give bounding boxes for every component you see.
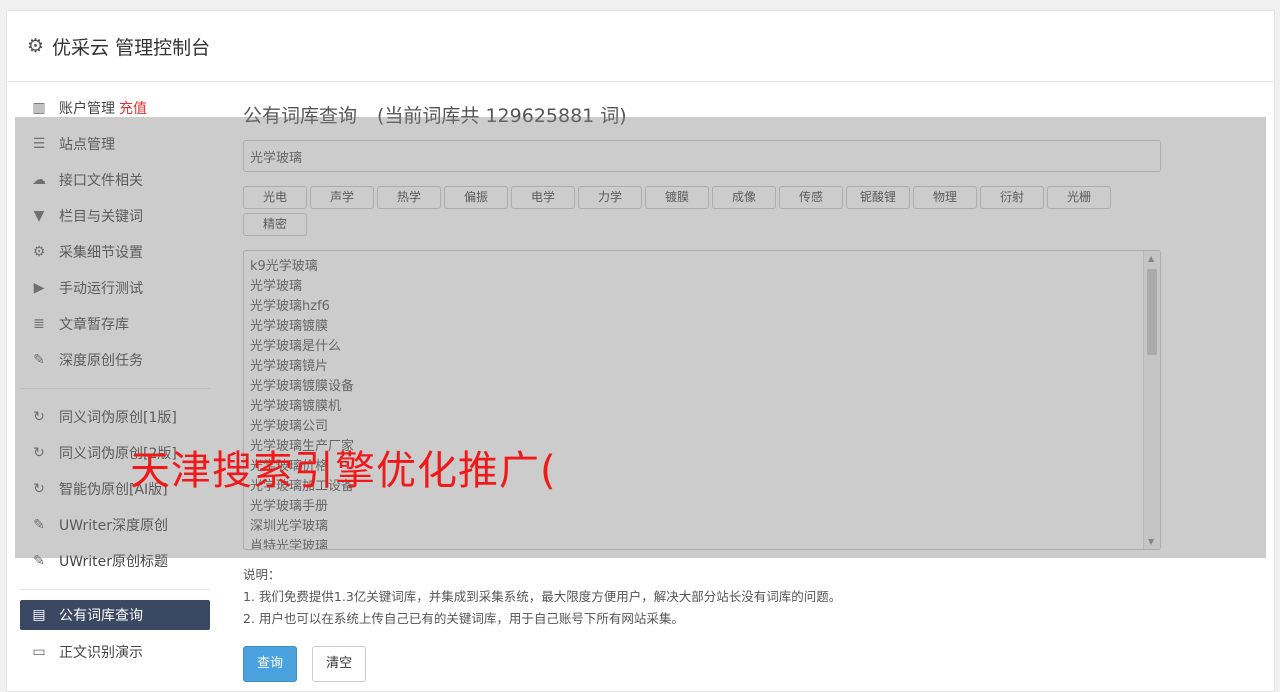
clear-button[interactable]: 清空: [312, 646, 367, 682]
sidebar-item[interactable]: ↻ 同义词伪原创[1版]: [20, 399, 210, 435]
sidebar-divider: [20, 589, 210, 590]
sidebar-item-label: 深度原创任务: [59, 353, 143, 369]
filter-icon: ▼: [33, 208, 45, 224]
tag-button[interactable]: 电学: [511, 186, 575, 209]
word-count: (当前词库共 129625881 词): [377, 105, 627, 127]
sidebar-item[interactable]: ≣ 文章暂存库: [20, 306, 210, 342]
main-content: 公有词库查询 (当前词库共 129625881 词) 光电声学热学偏振电学力学镀膜…: [243, 96, 1163, 682]
book-icon: ▤: [32, 607, 46, 623]
database-icon: ≣: [33, 316, 45, 332]
list-item: 光学玻璃手册: [250, 499, 329, 514]
action-buttons: 查询 清空: [243, 646, 1163, 682]
header: ⚙ 优采云 管理控制台: [7, 11, 1274, 82]
sidebar-item[interactable]: ▭ 正文识别演示: [20, 634, 210, 670]
sidebar-item-label: 手动运行测试: [59, 281, 143, 297]
tag-button[interactable]: 声学: [310, 186, 374, 209]
keyword-search-input[interactable]: [243, 140, 1161, 172]
sidebar-item-label: 站点管理: [59, 137, 115, 153]
cloud-upload-icon: ☁: [32, 172, 46, 188]
scroll-thumb[interactable]: [1147, 269, 1157, 355]
sidebar-item-label: 正文识别演示: [59, 645, 143, 661]
list-item: 光学玻璃镀膜机: [250, 399, 342, 414]
sidebar-item[interactable]: ✎ 深度原创任务: [20, 342, 210, 378]
refresh-icon: ↻: [33, 409, 45, 425]
sidebar-item-label: 同义词伪原创[1版]: [59, 410, 177, 426]
sidebar-item[interactable]: ▶ 手动运行测试: [20, 270, 210, 306]
notes-title: 说明：: [243, 567, 281, 582]
sidebar-item-label: 公有词库查询: [59, 608, 143, 624]
note-line-1: 1. 我们免费提供1.3亿关键词库，并集成到采集系统，最大限度方便用户，解决大部…: [243, 589, 842, 604]
sidebar-item[interactable]: ⚙ 采集细节设置: [20, 234, 210, 270]
edit-icon: ✎: [33, 352, 45, 368]
sidebar: ▥ 账户管理 充值 ☰ 站点管理 ☁ 接口文件相关 ▼ 栏目与关键词 ⚙ 采集细节设置 ▶ 手动运行测试…: [20, 90, 210, 670]
tag-button[interactable]: 热学: [377, 186, 441, 209]
query-button[interactable]: 查询: [243, 646, 298, 682]
monitor-icon: ▭: [32, 644, 46, 660]
bar-chart-icon: ▥: [32, 100, 46, 116]
results-scrollbar[interactable]: ▲ ▼: [1143, 251, 1160, 549]
list-item: 光学玻璃镜片: [250, 359, 329, 374]
sidebar-divider: [20, 388, 210, 389]
server-icon: ☰: [32, 136, 46, 152]
tag-button[interactable]: 物理: [913, 186, 977, 209]
sidebar-item[interactable]: ☰ 站点管理: [20, 126, 210, 162]
tag-button[interactable]: 光电: [243, 186, 307, 209]
recharge-link[interactable]: 充值: [119, 98, 147, 118]
sidebar-item-label: 文章暂存库: [59, 317, 129, 333]
tag-button[interactable]: 衍射: [980, 186, 1044, 209]
tag-button[interactable]: 传感: [779, 186, 843, 209]
sidebar-item-label: 采集细节设置: [59, 245, 143, 261]
tag-list: 光电 声学 热学 偏振 电学 力学 镀膜 成像 传感 铌酸锂 物理 衍射 光栅精密: [243, 186, 1163, 240]
sidebar-item-label: 接口文件相关: [59, 173, 143, 189]
sidebar-item-label: 账户管理: [59, 101, 115, 117]
scroll-up-icon[interactable]: ▲: [1148, 254, 1154, 263]
list-item: 光学玻璃: [250, 279, 303, 294]
page-title-text: 公有词库查询: [243, 105, 358, 127]
tag-button[interactable]: 力学: [578, 186, 642, 209]
list-item: 光学玻璃是什么: [250, 339, 342, 354]
sidebar-item[interactable]: ▼ 栏目与关键词: [20, 198, 210, 234]
tag-button[interactable]: 偏振: [444, 186, 508, 209]
tag-button[interactable]: 精密: [243, 213, 307, 236]
refresh-icon: ↻: [33, 481, 45, 497]
tag-button[interactable]: 铌酸锂: [846, 186, 910, 209]
list-item: 光学玻璃镀膜: [250, 319, 329, 334]
sidebar-item[interactable]: ☁ 接口文件相关: [20, 162, 210, 198]
sidebar-item[interactable]: ▥ 账户管理 充值: [20, 90, 210, 126]
play-circle-icon: ▶: [33, 280, 45, 296]
tag-button[interactable]: 镀膜: [645, 186, 709, 209]
sidebar-item[interactable]: ✎ UWriter原创标题: [20, 543, 210, 579]
sidebar-item-label: UWriter原创标题: [59, 554, 168, 570]
sidebar-item[interactable]: ✎ UWriter深度原创: [20, 507, 210, 543]
edit-icon: ✎: [33, 517, 45, 533]
sidebar-item[interactable]: ▤ 公有词库查询: [20, 600, 210, 630]
sidebar-item-label: 栏目与关键词: [59, 209, 143, 225]
cogs-icon: ⚙: [32, 244, 46, 260]
page-title: 公有词库查询 (当前词库共 129625881 词): [243, 96, 1163, 136]
list-item: 深圳光学玻璃: [250, 519, 329, 534]
watermark-text: 天津搜索引擎优化推广(: [130, 448, 557, 494]
list-item: 光学玻璃公司: [250, 419, 329, 434]
results-box[interactable]: k9光学玻璃 光学玻璃 光学玻璃hzf6 光学玻璃镀膜 光学玻璃是什么 光学玻璃镜片 光学玻…: [243, 250, 1161, 550]
notes: 说明： 1. 我们免费提供1.3亿关键词库，并集成到采集系统，最大限度方便用户，…: [243, 564, 1163, 630]
note-line-2: 2. 用户也可以在系统上传自己已有的关键词库，用于自己账号下所有网站采集。: [243, 611, 684, 626]
scroll-down-icon[interactable]: ▼: [1148, 537, 1154, 546]
list-item: 光学玻璃镀膜设备: [250, 379, 355, 394]
list-item: 肖特光学玻璃: [250, 539, 329, 550]
edit-icon: ✎: [33, 553, 45, 569]
gear-icon: ⚙: [27, 35, 45, 57]
list-item: k9光学玻璃: [250, 259, 318, 274]
tag-button[interactable]: 光栅: [1047, 186, 1111, 209]
tag-button[interactable]: 成像: [712, 186, 776, 209]
refresh-icon: ↻: [33, 445, 45, 461]
console-title: 优采云 管理控制台: [52, 36, 211, 59]
sidebar-item-label: UWriter深度原创: [59, 518, 168, 534]
list-item: 光学玻璃hzf6: [250, 299, 330, 314]
